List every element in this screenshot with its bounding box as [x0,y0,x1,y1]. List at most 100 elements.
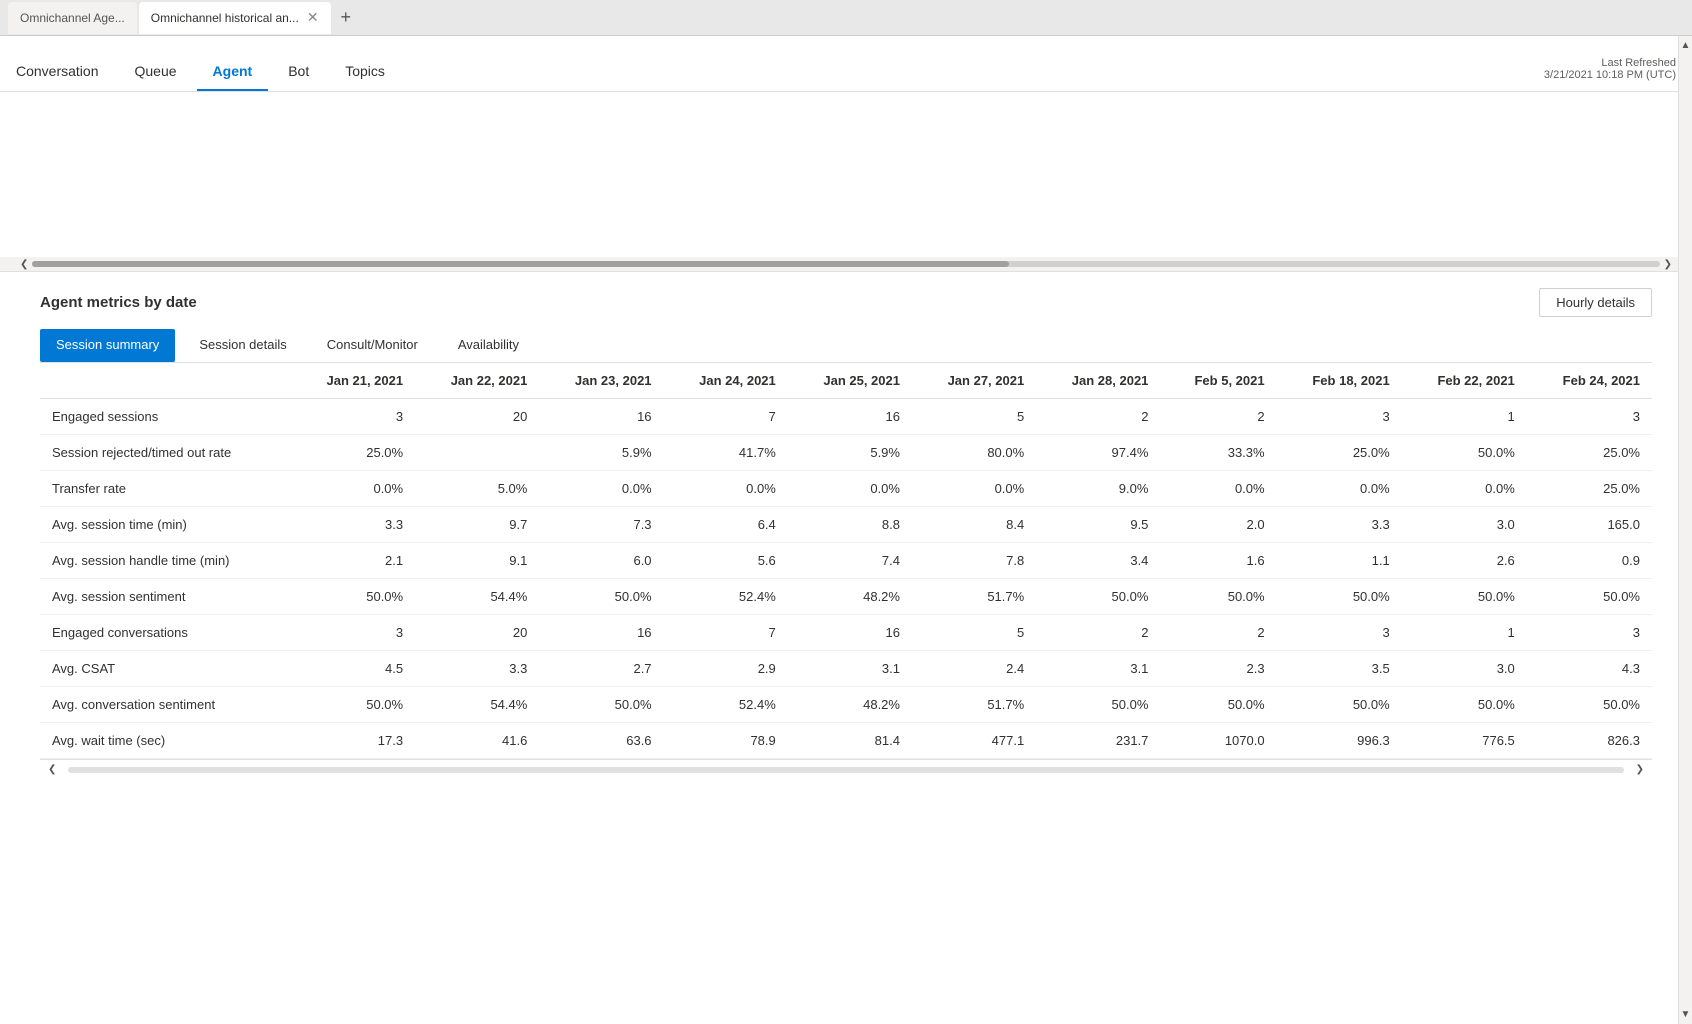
row-value: 17.3 [291,723,415,759]
scroll-right-icon[interactable]: ❯ [1664,259,1672,270]
tab-omnichannel-agent[interactable]: Omnichannel Age... [8,2,137,34]
row-value: 51.7% [912,687,1036,723]
row-value: 1.1 [1277,543,1402,579]
row-value: 54.4% [415,687,539,723]
row-value: 3.1 [788,651,912,687]
column-header-Jan-25--2021: Jan 25, 2021 [788,363,912,399]
nav-agent[interactable]: Agent [197,63,269,91]
data-table: Jan 21, 2021Jan 22, 2021Jan 23, 2021Jan … [40,363,1652,759]
row-value: 3.4 [1036,543,1160,579]
row-value: 1 [1402,399,1527,435]
table-scroll-track[interactable] [68,767,1623,773]
row-value: 50.0% [539,687,663,723]
table-row: Engaged sessions32016716522313 [40,399,1652,435]
column-header-Jan-28--2021: Jan 28, 2021 [1036,363,1160,399]
row-value: 1.6 [1160,543,1276,579]
nav-topics[interactable]: Topics [329,63,401,91]
sub-tab-availability[interactable]: Availability [442,329,535,362]
row-value: 3.5 [1277,651,1402,687]
right-scroll-down-icon[interactable]: ▼ [1681,1009,1691,1020]
scroll-thumb [32,261,1008,267]
row-value: 0.9 [1527,543,1652,579]
scroll-track[interactable] [32,261,1659,267]
row-value: 80.0% [912,435,1036,471]
scroll-left-icon[interactable]: ❮ [20,259,28,270]
row-value: 5 [912,615,1036,651]
row-value: 3 [1277,615,1402,651]
row-value: 2.0 [1160,507,1276,543]
row-value: 2 [1160,615,1276,651]
row-value: 63.6 [539,723,663,759]
row-value: 2 [1036,615,1160,651]
row-value: 25.0% [1277,435,1402,471]
add-tab-button[interactable]: + [333,7,360,28]
row-value: 5.9% [539,435,663,471]
column-header-Jan-27--2021: Jan 27, 2021 [912,363,1036,399]
table-container[interactable]: Jan 21, 2021Jan 22, 2021Jan 23, 2021Jan … [40,363,1652,759]
row-value: 7.8 [912,543,1036,579]
row-value: 477.1 [912,723,1036,759]
row-value: 16 [788,615,912,651]
tab-omnichannel-historical[interactable]: Omnichannel historical an... ✕ [139,2,331,34]
table-row: Engaged conversations32016716522313 [40,615,1652,651]
column-header-label [40,363,291,399]
row-value: 3 [1527,615,1652,651]
row-label: Avg. wait time (sec) [40,723,291,759]
row-value: 50.0% [1277,579,1402,615]
row-value: 50.0% [291,687,415,723]
table-row: Avg. wait time (sec)17.341.663.678.981.4… [40,723,1652,759]
row-value: 3 [291,615,415,651]
row-value: 50.0% [1527,579,1652,615]
row-value: 3.3 [291,507,415,543]
row-label: Engaged conversations [40,615,291,651]
row-value: 165.0 [1527,507,1652,543]
close-tab-icon[interactable]: ✕ [307,9,319,26]
row-value: 8.8 [788,507,912,543]
row-value: 4.3 [1527,651,1652,687]
row-label: Avg. session sentiment [40,579,291,615]
table-scroll-bar: ❮ ❯ [40,759,1652,779]
right-scrollbar: ▲ ▼ [1678,36,1692,1024]
row-label: Avg. CSAT [40,651,291,687]
hourly-details-button[interactable]: Hourly details [1539,288,1652,317]
sub-tab-session-details[interactable]: Session details [183,329,302,362]
chart-area: ❮ ❯ [0,92,1692,272]
nav-queue[interactable]: Queue [119,63,193,91]
row-label: Avg. session handle time (min) [40,543,291,579]
row-value: 78.9 [664,723,788,759]
row-value: 7 [664,399,788,435]
row-value: 41.7% [664,435,788,471]
row-value: 3.0 [1402,507,1527,543]
row-value: 9.1 [415,543,539,579]
row-value: 2.4 [912,651,1036,687]
row-value: 50.0% [1402,687,1527,723]
row-value: 50.0% [539,579,663,615]
row-value: 16 [539,399,663,435]
table-row: Transfer rate0.0%5.0%0.0%0.0%0.0%0.0%9.0… [40,471,1652,507]
table-header-row: Jan 21, 2021Jan 22, 2021Jan 23, 2021Jan … [40,363,1652,399]
table-scroll-right-icon[interactable]: ❯ [1628,764,1652,775]
row-value: 0.0% [912,471,1036,507]
row-value: 48.2% [788,687,912,723]
row-value: 0.0% [1277,471,1402,507]
nav-conversation[interactable]: Conversation [16,63,115,91]
row-value: 50.0% [1527,687,1652,723]
column-header-Feb-24--2021: Feb 24, 2021 [1527,363,1652,399]
sub-tab-consult-monitor[interactable]: Consult/Monitor [311,329,434,362]
right-scroll-up-icon[interactable]: ▲ [1681,40,1691,51]
row-value: 50.0% [1402,579,1527,615]
table-scroll-left-icon[interactable]: ❮ [40,764,64,775]
row-value: 2.6 [1402,543,1527,579]
column-header-Feb-5--2021: Feb 5, 2021 [1160,363,1276,399]
row-value: 826.3 [1527,723,1652,759]
nav-bot[interactable]: Bot [272,63,325,91]
table-row: Session rejected/timed out rate 25.0% 5.9%… [40,435,1652,471]
table-row: Avg. session sentiment50.0%54.4%50.0%52.… [40,579,1652,615]
row-label: Session rejected/timed out rate [40,435,291,471]
sub-tab-session-summary[interactable]: Session summary [40,329,175,362]
column-header-Feb-18--2021: Feb 18, 2021 [1277,363,1402,399]
row-label: Transfer rate [40,471,291,507]
table-row: Avg. conversation sentiment50.0%54.4%50.… [40,687,1652,723]
row-value: 51.7% [912,579,1036,615]
row-value: 50.0% [1402,435,1527,471]
